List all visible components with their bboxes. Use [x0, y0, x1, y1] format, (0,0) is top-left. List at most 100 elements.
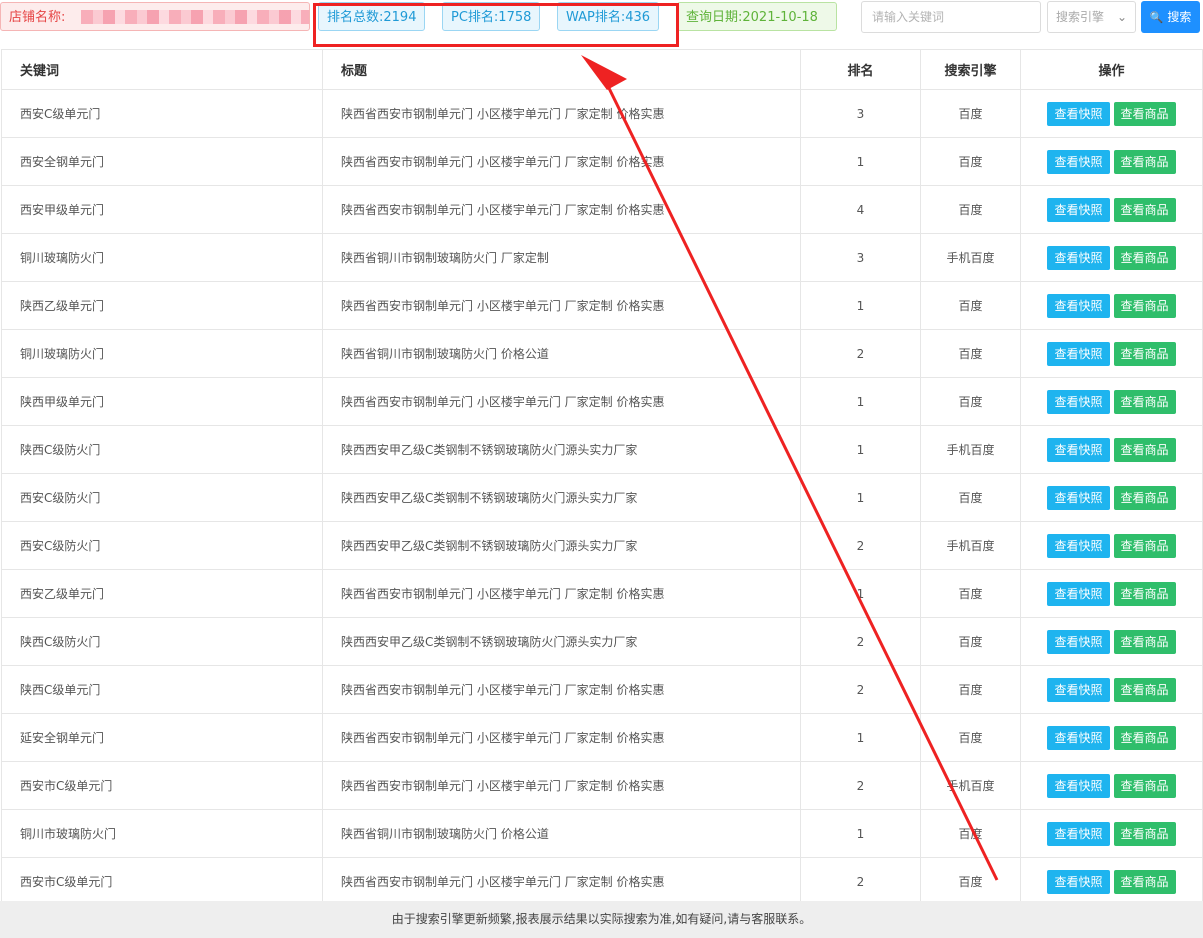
view-snapshot-button[interactable]: 查看快照	[1047, 341, 1110, 366]
search-engine-select[interactable]: 搜索引擎 ⌄	[1047, 1, 1136, 33]
table-row: 西安全钢单元门 陕西省西安市钢制单元门 小区楼宇单元门 厂家定制 价格实惠 1 百度查…	[1, 137, 1203, 186]
row-engine: 百度	[920, 281, 1021, 330]
view-snapshot-button[interactable]: 查看快照	[1047, 533, 1110, 558]
table-row: 西安市C级单元门 陕西省西安市钢制单元门 小区楼宇单元门 厂家定制 价格实惠 2 手机…	[1, 761, 1203, 810]
row-actions: 查看快照 查看商品	[1020, 569, 1203, 618]
row-rank: 1	[800, 137, 921, 186]
search-button[interactable]: 🔍 搜索	[1141, 1, 1200, 33]
view-snapshot-button[interactable]: 查看快照	[1047, 149, 1110, 174]
view-snapshot-button[interactable]: 查看快照	[1047, 773, 1110, 798]
table-row: 延安全钢单元门 陕西省西安市钢制单元门 小区楼宇单元门 厂家定制 价格实惠 1 百度查…	[1, 713, 1203, 762]
view-snapshot-button[interactable]: 查看快照	[1047, 293, 1110, 318]
header-engine: 搜索引擎	[920, 49, 1021, 90]
row-title: 陕西省西安市钢制单元门 小区楼宇单元门 厂家定制 价格实惠	[322, 665, 801, 714]
view-goods-button[interactable]: 查看商品	[1113, 677, 1176, 702]
table-row: 陕西C级防火门 陕西西安甲乙级C类钢制不锈钢玻璃防火门源头实力厂家 1 手机百度 查看快…	[1, 425, 1203, 474]
view-snapshot-button[interactable]: 查看快照	[1047, 821, 1110, 846]
view-goods-button[interactable]: 查看商品	[1113, 245, 1176, 270]
table-row: 西安市C级单元门 陕西省西安市钢制单元门 小区楼宇单元门 厂家定制 价格实惠 2 百度…	[1, 857, 1203, 906]
row-rank: 3	[800, 89, 921, 138]
search-icon: 🔍	[1149, 11, 1164, 24]
row-rank: 1	[800, 281, 921, 330]
row-actions: 查看快照 查看商品	[1020, 761, 1203, 810]
view-goods-button[interactable]: 查看商品	[1113, 485, 1176, 510]
row-engine: 手机百度	[920, 761, 1021, 810]
table-row: 陕西甲级单元门 陕西省西安市钢制单元门 小区楼宇单元门 厂家定制 价格实惠 1 百度查…	[1, 377, 1203, 426]
row-rank: 1	[800, 713, 921, 762]
row-engine: 百度	[920, 473, 1021, 522]
table-row: 铜川市玻璃防火门 陕西省铜川市钢制玻璃防火门 价格公道 1 百度 查看快照 查看商品	[1, 809, 1203, 858]
row-actions: 查看快照 查看商品	[1020, 137, 1203, 186]
view-snapshot-button[interactable]: 查看快照	[1047, 389, 1110, 414]
view-goods-button[interactable]: 查看商品	[1113, 629, 1176, 654]
table-header-row: 关键词 标题 排名 搜索引擎 操作	[1, 49, 1203, 90]
view-goods-button[interactable]: 查看商品	[1113, 725, 1176, 750]
view-goods-button[interactable]: 查看商品	[1113, 533, 1176, 558]
table-row: 铜川玻璃防火门 陕西省铜川市钢制玻璃防火门 厂家定制 3 手机百度 查看快照 查看商品	[1, 233, 1203, 282]
row-actions: 查看快照 查看商品	[1020, 521, 1203, 570]
row-rank: 2	[800, 761, 921, 810]
view-snapshot-button[interactable]: 查看快照	[1047, 437, 1110, 462]
footer-notice: 由于搜索引擎更新频繁,报表展示结果以实际搜索为准,如有疑问,请与客服联系。	[0, 901, 1203, 938]
view-goods-button[interactable]: 查看商品	[1113, 581, 1176, 606]
row-keyword: 西安市C级单元门	[1, 857, 323, 906]
header-rank: 排名	[800, 49, 921, 90]
row-title: 陕西西安甲乙级C类钢制不锈钢玻璃防火门源头实力厂家	[322, 521, 801, 570]
row-engine: 手机百度	[920, 521, 1021, 570]
view-goods-button[interactable]: 查看商品	[1113, 197, 1176, 222]
view-goods-button[interactable]: 查看商品	[1113, 293, 1176, 318]
row-actions: 查看快照 查看商品	[1020, 377, 1203, 426]
view-snapshot-button[interactable]: 查看快照	[1047, 101, 1110, 126]
row-title: 陕西省铜川市钢制玻璃防火门 价格公道	[322, 329, 801, 378]
view-snapshot-button[interactable]: 查看快照	[1047, 869, 1110, 894]
table-row: 西安C级防火门 陕西西安甲乙级C类钢制不锈钢玻璃防火门源头实力厂家 1 百度 查看快照查…	[1, 473, 1203, 522]
row-title: 陕西省西安市钢制单元门 小区楼宇单元门 厂家定制 价格实惠	[322, 377, 801, 426]
table-row: 陕西C级防火门 陕西西安甲乙级C类钢制不锈钢玻璃防火门源头实力厂家 2 百度 查看快照查…	[1, 617, 1203, 666]
view-goods-button[interactable]: 查看商品	[1113, 101, 1176, 126]
table-row: 陕西乙级单元门 陕西省西安市钢制单元门 小区楼宇单元门 厂家定制 价格实惠 1 百度查…	[1, 281, 1203, 330]
view-goods-button[interactable]: 查看商品	[1113, 821, 1176, 846]
view-goods-button[interactable]: 查看商品	[1113, 773, 1176, 798]
view-snapshot-button[interactable]: 查看快照	[1047, 677, 1110, 702]
row-rank: 3	[800, 233, 921, 282]
view-snapshot-button[interactable]: 查看快照	[1047, 725, 1110, 750]
row-keyword: 西安甲级单元门	[1, 185, 323, 234]
row-actions: 查看快照 查看商品	[1020, 665, 1203, 714]
row-keyword: 铜川市玻璃防火门	[1, 809, 323, 858]
view-snapshot-button[interactable]: 查看快照	[1047, 485, 1110, 510]
row-engine: 百度	[920, 185, 1021, 234]
view-goods-button[interactable]: 查看商品	[1113, 149, 1176, 174]
row-title: 陕西省西安市钢制单元门 小区楼宇单元门 厂家定制 价格实惠	[322, 137, 801, 186]
row-engine: 百度	[920, 137, 1021, 186]
view-snapshot-button[interactable]: 查看快照	[1047, 581, 1110, 606]
row-title: 陕西西安甲乙级C类钢制不锈钢玻璃防火门源头实力厂家	[322, 473, 801, 522]
row-actions: 查看快照 查看商品	[1020, 185, 1203, 234]
row-keyword: 陕西甲级单元门	[1, 377, 323, 426]
view-goods-button[interactable]: 查看商品	[1113, 341, 1176, 366]
row-title: 陕西省西安市钢制单元门 小区楼宇单元门 厂家定制 价格实惠	[322, 185, 801, 234]
row-keyword: 西安市C级单元门	[1, 761, 323, 810]
view-snapshot-button[interactable]: 查看快照	[1047, 197, 1110, 222]
view-snapshot-button[interactable]: 查看快照	[1047, 629, 1110, 654]
keyword-search-input[interactable]	[861, 1, 1041, 33]
query-date-tag: 查询日期:2021-10-18	[677, 2, 837, 31]
row-rank: 2	[800, 857, 921, 906]
search-engine-select-value: 搜索引擎	[1056, 10, 1105, 24]
row-engine: 百度	[920, 377, 1021, 426]
view-goods-button[interactable]: 查看商品	[1113, 389, 1176, 414]
row-actions: 查看快照 查看商品	[1020, 281, 1203, 330]
view-goods-button[interactable]: 查看商品	[1113, 869, 1176, 894]
row-keyword: 铜川玻璃防火门	[1, 233, 323, 282]
ranking-table: 关键词 标题 排名 搜索引擎 操作 西安C级单元门 陕西省西安市钢制单元门 小区楼…	[1, 49, 1203, 906]
row-title: 陕西省西安市钢制单元门 小区楼宇单元门 厂家定制 价格实惠	[322, 281, 801, 330]
search-button-label: 搜索	[1167, 10, 1192, 24]
view-goods-button[interactable]: 查看商品	[1113, 437, 1176, 462]
row-title: 陕西省西安市钢制单元门 小区楼宇单元门 厂家定制 价格实惠	[322, 89, 801, 138]
row-engine: 百度	[920, 569, 1021, 618]
row-rank: 2	[800, 329, 921, 378]
shop-name-label: 店铺名称:	[9, 10, 66, 25]
table-row: 铜川玻璃防火门 陕西省铜川市钢制玻璃防火门 价格公道 2 百度 查看快照 查看商品	[1, 329, 1203, 378]
view-snapshot-button[interactable]: 查看快照	[1047, 245, 1110, 270]
table-row: 西安C级防火门 陕西西安甲乙级C类钢制不锈钢玻璃防火门源头实力厂家 2 手机百度 查看快…	[1, 521, 1203, 570]
row-actions: 查看快照 查看商品	[1020, 473, 1203, 522]
